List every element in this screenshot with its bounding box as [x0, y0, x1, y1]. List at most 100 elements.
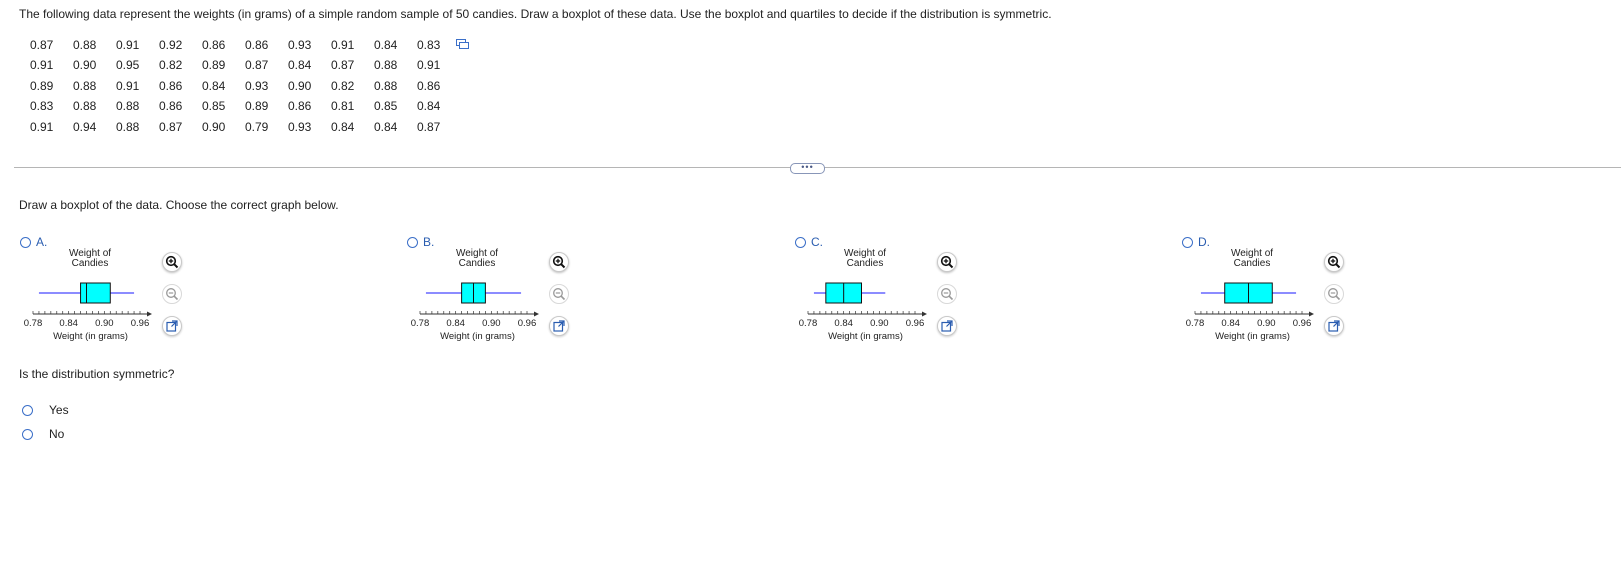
data-cell: 0.83 — [30, 99, 54, 114]
x-tick-label: 0.84 — [834, 318, 853, 329]
data-cell: 0.94 — [73, 119, 97, 134]
radio-button-no[interactable] — [22, 429, 33, 440]
data-cell: 0.81 — [331, 99, 355, 114]
x-axis-arrow — [922, 311, 927, 317]
radio-button-c[interactable] — [795, 237, 806, 248]
chart-title-line: Candies — [458, 258, 496, 269]
data-cell: 0.84 — [374, 119, 398, 134]
data-cell: 0.83 — [417, 38, 441, 52]
data-cell: 0.87 — [417, 119, 441, 134]
x-tick-label: 0.90 — [1257, 318, 1276, 329]
data-cell: 0.84 — [202, 78, 226, 93]
data-cell: 0.86 — [202, 38, 226, 52]
answer-choice-a[interactable]: A. Weight of Candies 0.78 0.84 0.90 0.96 Weight… — [20, 235, 400, 357]
chart-title-line: Candies — [71, 258, 109, 269]
data-cell: 0.88 — [73, 38, 97, 52]
zoom-out-icon[interactable] — [549, 284, 569, 304]
radio-button-yes[interactable] — [22, 405, 33, 416]
data-cell: 0.87 — [245, 58, 269, 73]
data-cell: 0.91 — [30, 58, 54, 73]
data-cell: 0.92 — [159, 38, 183, 52]
data-cell: 0.86 — [417, 78, 441, 93]
x-tick-label: 0.78 — [1186, 318, 1205, 329]
data-cell: 0.84 — [331, 119, 355, 134]
data-cell: 0.84 — [417, 99, 441, 114]
chart-title-line: Candies — [1233, 258, 1271, 269]
data-cell: 0.86 — [245, 38, 269, 52]
data-cell: 0.82 — [159, 58, 183, 73]
data-cell: 0.90 — [202, 119, 226, 134]
data-cell: 0.89 — [30, 78, 54, 93]
data-cell: 0.84 — [374, 38, 398, 52]
data-cell: 0.91 — [30, 119, 54, 134]
data-cell: 0.87 — [159, 119, 183, 134]
data-cell: 0.88 — [116, 99, 140, 114]
x-tick-label: 0.78 — [24, 318, 43, 329]
x-tick-label: 0.84 — [1221, 318, 1240, 329]
boxplot-chart: 0.78 0.84 0.90 0.96Weight (in grams) — [799, 282, 927, 342]
data-cell: 0.82 — [331, 78, 355, 93]
x-axis-arrow — [1309, 311, 1314, 317]
choice-letter: B. — [423, 235, 435, 249]
data-cell: 0.79 — [245, 119, 269, 134]
copy-data-icon[interactable] — [456, 39, 469, 50]
radio-button-a[interactable] — [20, 237, 31, 248]
data-cell: 0.85 — [374, 99, 398, 114]
answer-label-no: No — [49, 427, 65, 441]
data-cell: 0.91 — [116, 38, 140, 52]
chart-title: Weight of Candies — [64, 249, 116, 269]
answer-choice-d[interactable]: D. Weight of Candies 0.78 0.84 0.90 0.96 Weight… — [1182, 235, 1562, 357]
data-cell: 0.91 — [331, 38, 355, 52]
zoom-out-icon[interactable] — [1324, 284, 1344, 304]
answer-label-yes: Yes — [49, 403, 69, 417]
zoom-in-icon[interactable] — [162, 252, 182, 272]
boxplot-chart: 0.78 0.84 0.90 0.96Weight (in grams) — [24, 282, 152, 342]
data-cell: 0.95 — [116, 58, 140, 73]
choice-letter: C. — [811, 235, 823, 249]
zoom-out-icon[interactable] — [937, 284, 957, 304]
data-cell: 0.88 — [374, 58, 398, 73]
data-cell: 0.93 — [245, 78, 269, 93]
x-tick-label: 0.78 — [799, 318, 818, 329]
x-axis-label: Weight (in grams) — [53, 331, 128, 342]
x-tick-label: 0.96 — [518, 318, 537, 329]
answer-choice-c[interactable]: C. Weight of Candies 0.78 0.84 0.90 0.96 Weight… — [795, 235, 1175, 357]
data-cell: 0.84 — [288, 58, 312, 73]
data-cell: 0.90 — [288, 78, 312, 93]
chart-title-line: Candies — [846, 258, 884, 269]
data-cell: 0.91 — [116, 78, 140, 93]
data-cell: 0.93 — [288, 119, 312, 134]
data-cell: 0.90 — [73, 58, 97, 73]
chart-title: Weight of Candies — [1226, 249, 1278, 269]
x-tick-label: 0.84 — [446, 318, 465, 329]
data-cell: 0.93 — [288, 38, 312, 52]
x-axis-label: Weight (in grams) — [828, 331, 903, 342]
open-in-new-window-icon[interactable] — [549, 316, 569, 336]
data-cell: 0.88 — [73, 78, 97, 93]
zoom-out-icon[interactable] — [162, 284, 182, 304]
x-tick-label: 0.90 — [870, 318, 889, 329]
zoom-in-icon[interactable] — [937, 252, 957, 272]
data-cell: 0.86 — [288, 99, 312, 114]
data-cell: 0.88 — [374, 78, 398, 93]
expand-more-button[interactable]: ••• — [790, 163, 825, 174]
x-axis-label: Weight (in grams) — [440, 331, 515, 342]
zoom-in-icon[interactable] — [1324, 252, 1344, 272]
x-axis-label: Weight (in grams) — [1215, 331, 1290, 342]
data-cell: 0.88 — [73, 99, 97, 114]
instruction-text: Draw a boxplot of the data. Choose the c… — [19, 198, 339, 212]
open-in-new-window-icon[interactable] — [1324, 316, 1344, 336]
boxplot-chart: 0.78 0.84 0.90 0.96Weight (in grams) — [1186, 282, 1314, 342]
data-cell: 0.89 — [245, 99, 269, 114]
zoom-in-icon[interactable] — [549, 252, 569, 272]
data-cell: 0.87 — [30, 38, 54, 52]
answer-choice-b[interactable]: B. Weight of Candies 0.78 0.84 0.90 0.96 Weight… — [407, 235, 787, 357]
data-cell: 0.87 — [331, 58, 355, 73]
x-tick-label: 0.96 — [131, 318, 150, 329]
radio-button-b[interactable] — [407, 237, 418, 248]
open-in-new-window-icon[interactable] — [937, 316, 957, 336]
data-cell: 0.89 — [202, 58, 226, 73]
radio-button-d[interactable] — [1182, 237, 1193, 248]
open-in-new-window-icon[interactable] — [162, 316, 182, 336]
data-cell: 0.86 — [159, 78, 183, 93]
